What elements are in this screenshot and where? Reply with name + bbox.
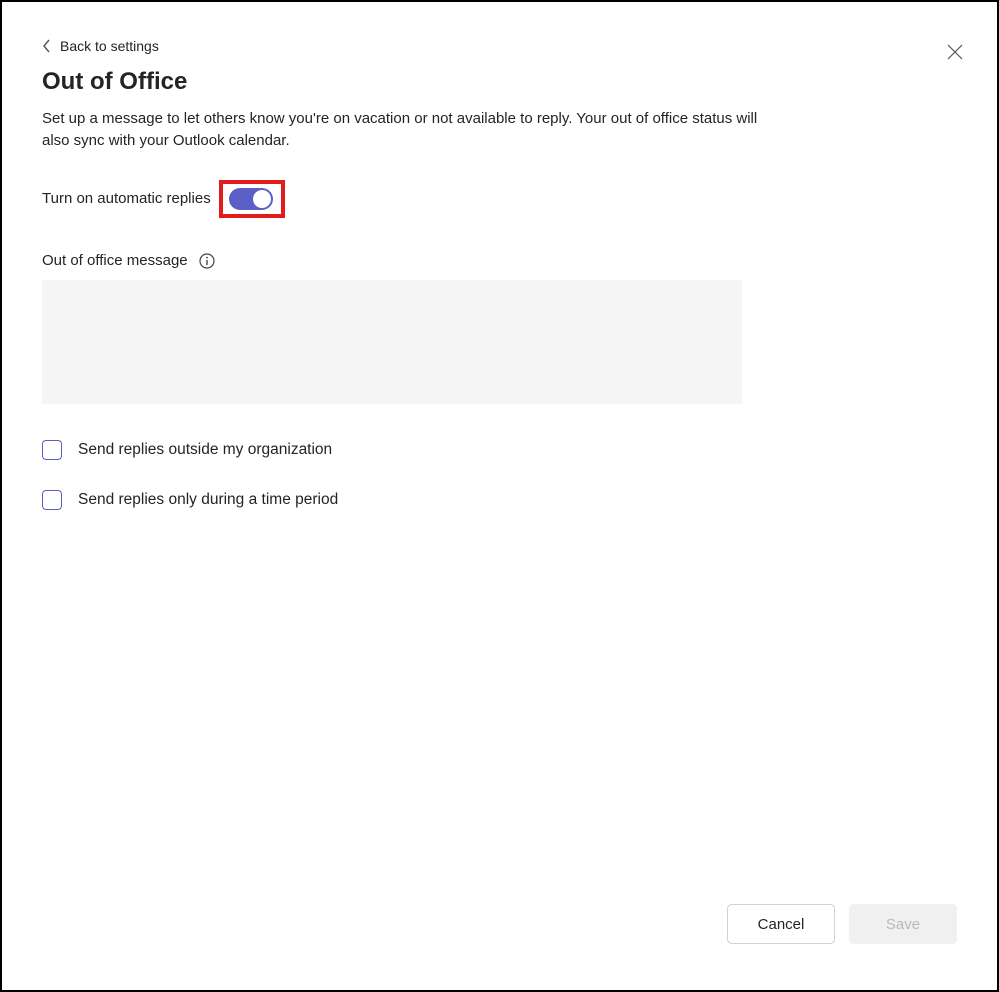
out-of-office-dialog: Back to settings Out of Office Set up a … — [0, 0, 999, 992]
chevron-left-icon — [42, 39, 52, 53]
message-info-button[interactable] — [198, 252, 216, 270]
send-outside-org-label: Send replies outside my organization — [78, 441, 332, 459]
toggle-thumb — [253, 190, 271, 208]
time-period-checkbox[interactable] — [42, 490, 62, 510]
time-period-option[interactable]: Send replies only during a time period — [42, 490, 957, 510]
save-button[interactable]: Save — [849, 904, 957, 944]
automatic-replies-toggle[interactable] — [229, 188, 273, 210]
info-icon — [199, 253, 215, 269]
out-of-office-message-input[interactable] — [42, 280, 742, 404]
back-to-settings-link[interactable]: Back to settings — [42, 38, 159, 54]
dialog-footer: Cancel Save — [727, 904, 957, 944]
cancel-button[interactable]: Cancel — [727, 904, 835, 944]
automatic-replies-label: Turn on automatic replies — [42, 190, 211, 207]
time-period-label: Send replies only during a time period — [78, 491, 338, 509]
page-title: Out of Office — [42, 68, 957, 96]
close-icon — [946, 43, 964, 61]
send-outside-org-option[interactable]: Send replies outside my organization — [42, 440, 957, 460]
message-label: Out of office message — [42, 252, 188, 269]
close-button[interactable] — [941, 38, 969, 66]
toggle-highlight — [219, 180, 285, 218]
send-outside-org-checkbox[interactable] — [42, 440, 62, 460]
back-link-label: Back to settings — [60, 38, 159, 54]
page-description: Set up a message to let others know you'… — [42, 108, 782, 152]
